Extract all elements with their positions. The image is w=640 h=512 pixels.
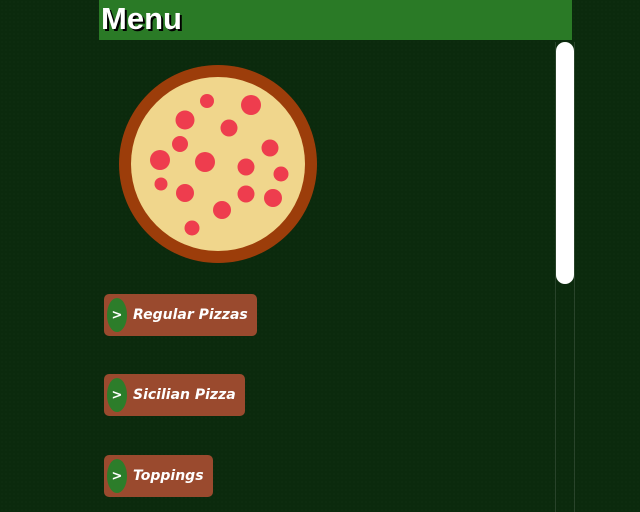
toppings-button[interactable]: > Toppings — [104, 455, 213, 497]
chevron-right-icon: > — [107, 378, 127, 412]
sicilian-pizza-button[interactable]: > Sicilian Pizza — [104, 374, 245, 416]
chevron-right-icon: > — [107, 459, 127, 493]
chevron-right-icon: > — [107, 298, 127, 332]
page-title: Menu — [101, 1, 182, 36]
regular-pizzas-label: Regular Pizzas — [133, 307, 248, 323]
header-bar: Menu — [99, 0, 572, 40]
toppings-label: Toppings — [133, 468, 204, 484]
regular-pizzas-button[interactable]: > Regular Pizzas — [104, 294, 257, 336]
scrollbar-thumb[interactable] — [556, 42, 574, 284]
sicilian-pizza-label: Sicilian Pizza — [133, 387, 236, 403]
pizza-image — [119, 65, 317, 263]
